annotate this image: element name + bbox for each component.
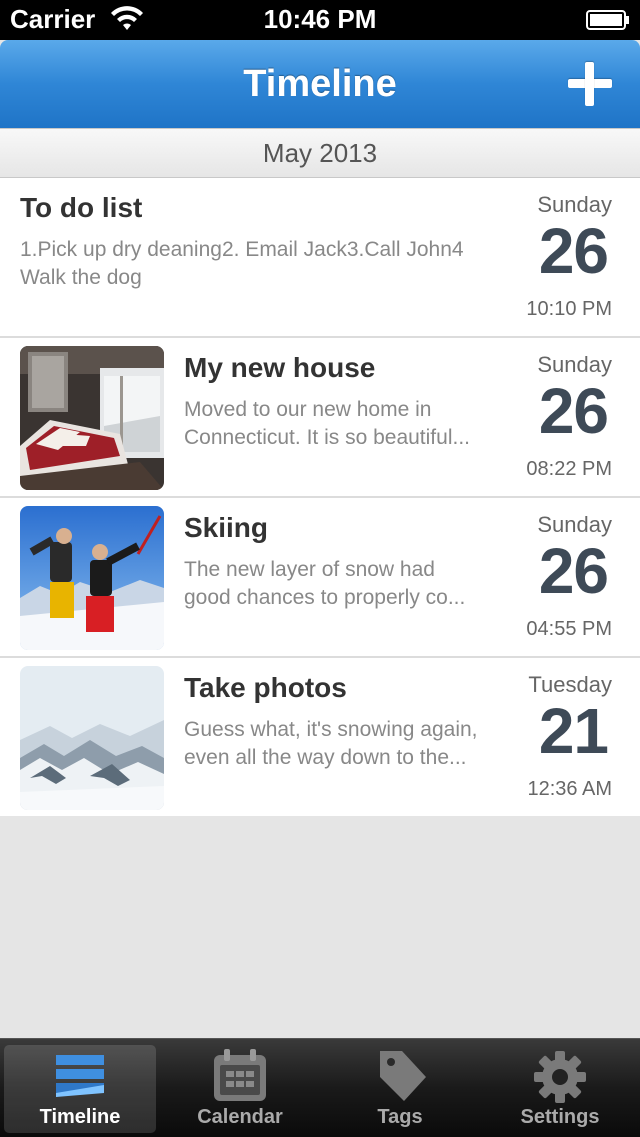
entry-title: Skiing xyxy=(184,512,269,543)
tab-label: Tags xyxy=(377,1106,423,1128)
entry-title: My new house xyxy=(184,352,376,383)
entry-preview-line: Connecticut. It is so beautiful... xyxy=(184,426,470,449)
entry-preview: Guess what, it's snowing again, even all… xyxy=(184,716,498,774)
month-section-header: May 2013 xyxy=(0,128,640,178)
entry-preview-line: good chances to properly co... xyxy=(184,586,466,609)
calendar-icon xyxy=(214,1049,266,1101)
tab-label: Settings xyxy=(520,1106,600,1128)
entry-preview-line: even all the way down to the... xyxy=(184,746,467,769)
status-bar: Carrier 10:46 PM xyxy=(0,0,640,40)
entry-time: 12:36 AM xyxy=(527,778,612,800)
clock: 10:46 PM xyxy=(263,4,377,34)
entry-title: Take photos xyxy=(184,672,347,703)
bedroom-photo xyxy=(20,346,164,490)
snowy-mountain-photo xyxy=(20,666,164,810)
timeline-icon xyxy=(56,1055,104,1097)
tab-label: Calendar xyxy=(197,1106,283,1128)
entry-time: 08:22 PM xyxy=(526,458,612,480)
tab-tags[interactable]: Tags xyxy=(324,1045,476,1133)
entry-title: To do list xyxy=(20,192,143,223)
timeline-entry[interactable]: Take photos Guess what, it's snowing aga… xyxy=(0,658,640,816)
tab-timeline[interactable]: Timeline xyxy=(4,1045,156,1133)
tab-settings[interactable]: Settings xyxy=(484,1045,636,1133)
tab-calendar[interactable]: Calendar xyxy=(164,1045,316,1133)
add-entry-button[interactable] xyxy=(568,62,612,106)
entry-preview: 1.Pick up dry deaning2. Email Jack3.Call… xyxy=(20,238,464,289)
entry-preview: Moved to our new home in Connecticut. It… xyxy=(184,396,498,454)
timeline-entry[interactable]: Skiing The new layer of snow had good ch… xyxy=(0,498,640,658)
entry-day-number: 26 xyxy=(538,375,609,447)
timeline-entry[interactable]: To do list 1.Pick up dry deaning2. Email… xyxy=(0,178,640,338)
entry-preview-line: The new layer of snow had xyxy=(184,558,435,581)
timeline-list: To do list 1.Pick up dry deaning2. Email… xyxy=(0,178,640,816)
skiers-photo xyxy=(20,506,164,650)
tag-icon xyxy=(380,1051,426,1101)
gear-icon xyxy=(534,1051,586,1103)
navigation-bar: Timeline xyxy=(0,40,640,129)
page-title: Timeline xyxy=(243,63,397,105)
battery-icon xyxy=(586,10,629,30)
entry-time: 10:10 PM xyxy=(526,298,612,320)
entry-day-number: 26 xyxy=(538,215,609,287)
entry-day-number: 26 xyxy=(538,535,609,607)
entry-preview: The new layer of snow had good chances t… xyxy=(184,556,498,614)
entry-preview-line: Guess what, it's snowing again, xyxy=(184,718,478,741)
entry-day-number: 21 xyxy=(538,695,609,767)
tab-label: Timeline xyxy=(39,1106,121,1128)
entry-time: 04:55 PM xyxy=(526,618,612,640)
tab-bar: Timeline Calendar Tags Settings xyxy=(0,1038,640,1137)
timeline-entry[interactable]: My new house Moved to our new home in Co… xyxy=(0,338,640,498)
entry-preview-line: Moved to our new home in xyxy=(184,398,432,421)
